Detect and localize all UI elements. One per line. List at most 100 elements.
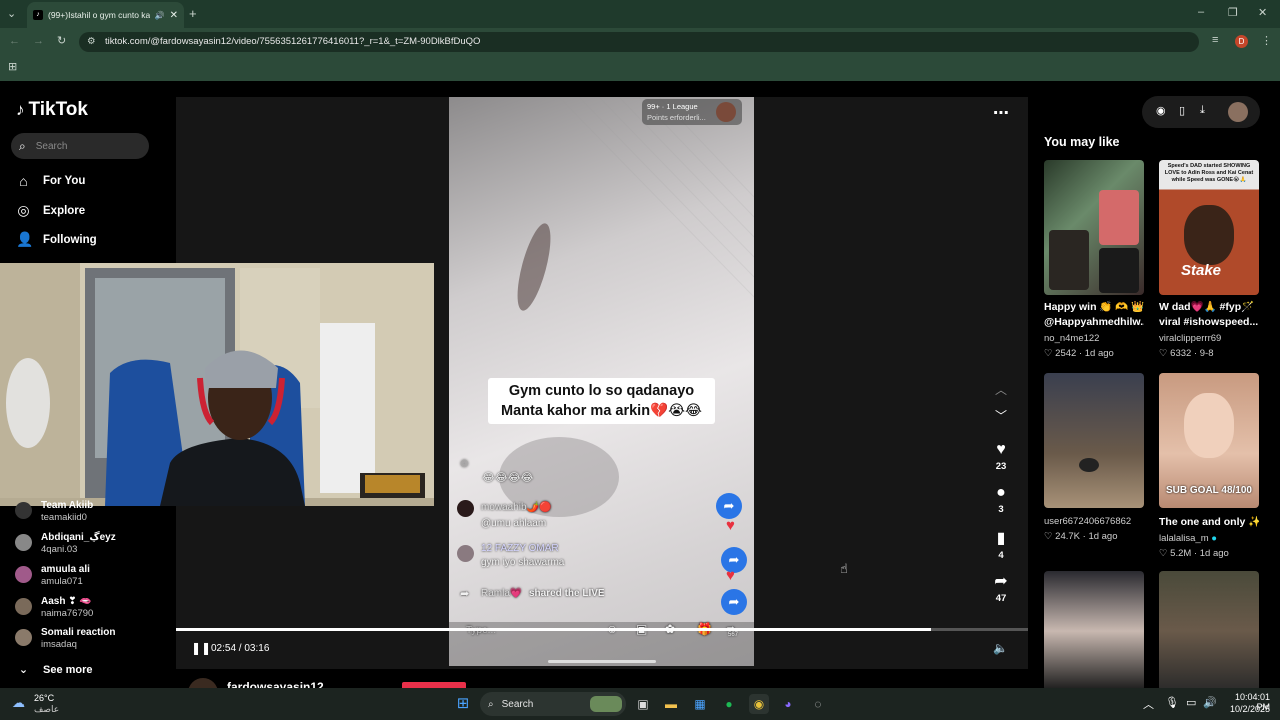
account-handle: 4qani.03	[41, 544, 78, 555]
file-explorer-icon[interactable]: ▬	[661, 694, 681, 714]
maximize-button[interactable]: ❐	[1228, 6, 1238, 19]
address-bar[interactable]: ⚙ tiktok.com/@fardowsayasin12/video/7556…	[79, 32, 1199, 52]
card-stats: ♡ 2542 · 1d ago	[1044, 348, 1114, 359]
following-account[interactable]: amuula ali amula071	[15, 564, 90, 588]
browser-menu-icon[interactable]: ⋮	[1261, 34, 1272, 47]
tiktok-logo[interactable]: ♪ TikTok	[16, 99, 88, 121]
tray-chevron-icon[interactable]: ︿	[1143, 696, 1154, 712]
save-button[interactable]: ▮ 4	[986, 528, 1016, 561]
like-button[interactable]: ♥ 23	[986, 441, 1016, 472]
video-progress-bar[interactable]	[176, 628, 1028, 631]
reload-icon[interactable]: ↻	[57, 34, 66, 47]
tiktok-page: ♪ TikTok ⌕ Search ⌂ For You ◎ Explore 👤 …	[0, 81, 1280, 688]
commenter-avatar[interactable]	[457, 545, 474, 562]
thumbnail	[1044, 160, 1144, 295]
recommendation-card[interactable]: Happy win 👏 🫶 👑 @Happyahmedhilw... no_n4…	[1044, 160, 1144, 360]
back-icon[interactable]: ←	[9, 35, 20, 47]
league-text: 99+ · 1 League	[647, 102, 698, 111]
task-view-icon[interactable]: ▣	[633, 694, 653, 714]
heart-icon: ♥	[996, 441, 1006, 458]
recommendation-card[interactable]	[1159, 571, 1259, 688]
compass-icon: ◎	[17, 202, 30, 218]
search-icon: ⌕	[19, 138, 26, 153]
following-account[interactable]: Team Akiib teamakiid0	[15, 500, 93, 524]
windows-start-icon[interactable]: ⊞	[453, 694, 473, 714]
video-caption: Gym cunto lo so qadanayo Manta kahor ma …	[488, 378, 715, 424]
live-league-badge[interactable]: 99+ · 1 League Points erforderli...	[642, 99, 742, 125]
share-button[interactable]: ➦ 47	[986, 571, 1016, 604]
top-actions-pill: ◉ ▯ ⤓	[1142, 96, 1260, 128]
volume-tray-icon[interactable]: 🔊	[1203, 696, 1217, 709]
recommendation-card[interactable]	[1044, 571, 1144, 688]
user-avatar[interactable]	[1228, 102, 1248, 122]
author-name[interactable]: fardowsayasin12	[227, 680, 324, 688]
new-tab-button[interactable]: +	[189, 6, 197, 21]
tiktok-note-icon: ♪	[16, 100, 25, 119]
coin-icon[interactable]: ◉	[1156, 104, 1166, 117]
network-icon[interactable]: ▭	[1186, 696, 1196, 709]
close-window-button[interactable]: ✕	[1258, 6, 1267, 19]
discord-icon[interactable]: ◕	[778, 694, 798, 714]
prev-video-button[interactable]: ︿	[986, 381, 1016, 399]
see-more-button[interactable]: ⌄ See more	[16, 663, 93, 677]
share-bubble-icon[interactable]: ➦	[721, 589, 747, 615]
account-handle: imsadaq	[41, 639, 77, 650]
clock-date[interactable]: 10/2/2025	[1222, 704, 1270, 714]
app-icon[interactable]: ◌	[808, 694, 828, 714]
speaker-icon[interactable]: 🔊	[155, 11, 165, 20]
save-count: 4	[998, 550, 1004, 561]
thumb-caption: SUB GOAL 48/100	[1166, 485, 1252, 496]
comment-button[interactable]: ● 3	[986, 484, 1016, 515]
tab-close-icon[interactable]: ✕	[170, 10, 178, 21]
nav-following[interactable]: 👤 Following	[16, 231, 97, 248]
comment-text: shared the LIVE	[529, 588, 605, 599]
share-icon: ➦	[994, 573, 1008, 590]
browser-tab[interactable]: ♪ (99+)Istahil o gym cunto ka 🔊 ✕	[27, 2, 184, 28]
store-icon[interactable]: ▦	[690, 694, 710, 714]
account-handle: amula071	[41, 576, 83, 587]
download-icon[interactable]: ⤓	[1200, 104, 1205, 117]
you-may-like-title: You may like	[1044, 135, 1120, 149]
reading-list-icon[interactable]: ≡	[1212, 34, 1218, 46]
tab-search-chevron-icon[interactable]: ⌄	[7, 7, 16, 20]
recommendation-card[interactable]: SUB GOAL 48/100 The one and only ✨ lalal…	[1159, 373, 1259, 560]
card-title-2: viral #ishowspeed...	[1159, 316, 1259, 328]
forward-icon[interactable]: →	[33, 35, 44, 47]
microphone-icon[interactable]: 🎙	[1165, 696, 1179, 709]
pause-icon[interactable]: ❚❚	[191, 641, 211, 655]
commenter-avatar[interactable]	[457, 500, 474, 517]
weather-icon[interactable]: ☁	[12, 695, 25, 711]
volume-icon[interactable]: 🔈	[993, 641, 1008, 655]
minimize-button[interactable]: –	[1198, 6, 1204, 18]
recommendation-card[interactable]: user6672406676862 ♡ 24.7K · 1d ago	[1044, 373, 1144, 543]
search-input[interactable]: ⌕ Search	[11, 133, 149, 159]
author-avatar[interactable]	[188, 678, 218, 688]
home-indicator	[548, 660, 656, 663]
tab-title: (99+)Istahil o gym cunto ka	[48, 10, 150, 20]
mouse-cursor-icon: ☝	[840, 561, 848, 576]
taskbar-search-label: Search	[501, 698, 534, 710]
profile-avatar[interactable]: D	[1235, 35, 1248, 48]
chrome-icon[interactable]: ◉	[749, 694, 769, 714]
following-account[interactable]: Aash ❣ 🫦 naima76790	[15, 596, 93, 620]
league-sub-text: Points erforderli...	[647, 113, 706, 122]
taskbar-search[interactable]: ⌕ Search	[480, 692, 626, 716]
nav-for-you[interactable]: ⌂ For You	[16, 173, 85, 189]
nav-label: Following	[43, 233, 97, 246]
search-icon: ⌕	[488, 698, 494, 710]
account-handle: naima76790	[41, 608, 94, 619]
more-options-icon[interactable]: ⋯	[993, 103, 1009, 123]
following-account[interactable]: Abdiqani_ڲeyz 4qani.03	[15, 532, 116, 556]
card-stats: ♡ 24.7K · 1d ago	[1044, 531, 1118, 542]
spotify-icon[interactable]: ●	[719, 694, 739, 714]
phone-icon[interactable]: ▯	[1179, 104, 1185, 117]
following-account[interactable]: Somali reaction imsadaq	[15, 627, 115, 651]
apps-grid-icon[interactable]: ⊞	[8, 60, 17, 73]
card-user: user6672406676862	[1044, 516, 1132, 527]
next-video-button[interactable]: ﹀	[986, 407, 1016, 425]
recommendation-card[interactable]: Speed's DAD started SHOWING LOVE to Adin…	[1159, 160, 1259, 360]
site-info-icon[interactable]: ⚙	[87, 32, 96, 52]
nav-explore[interactable]: ◎ Explore	[16, 202, 85, 219]
share-count: 47	[995, 593, 1007, 604]
share-bubble-icon[interactable]: ➦	[716, 493, 742, 519]
